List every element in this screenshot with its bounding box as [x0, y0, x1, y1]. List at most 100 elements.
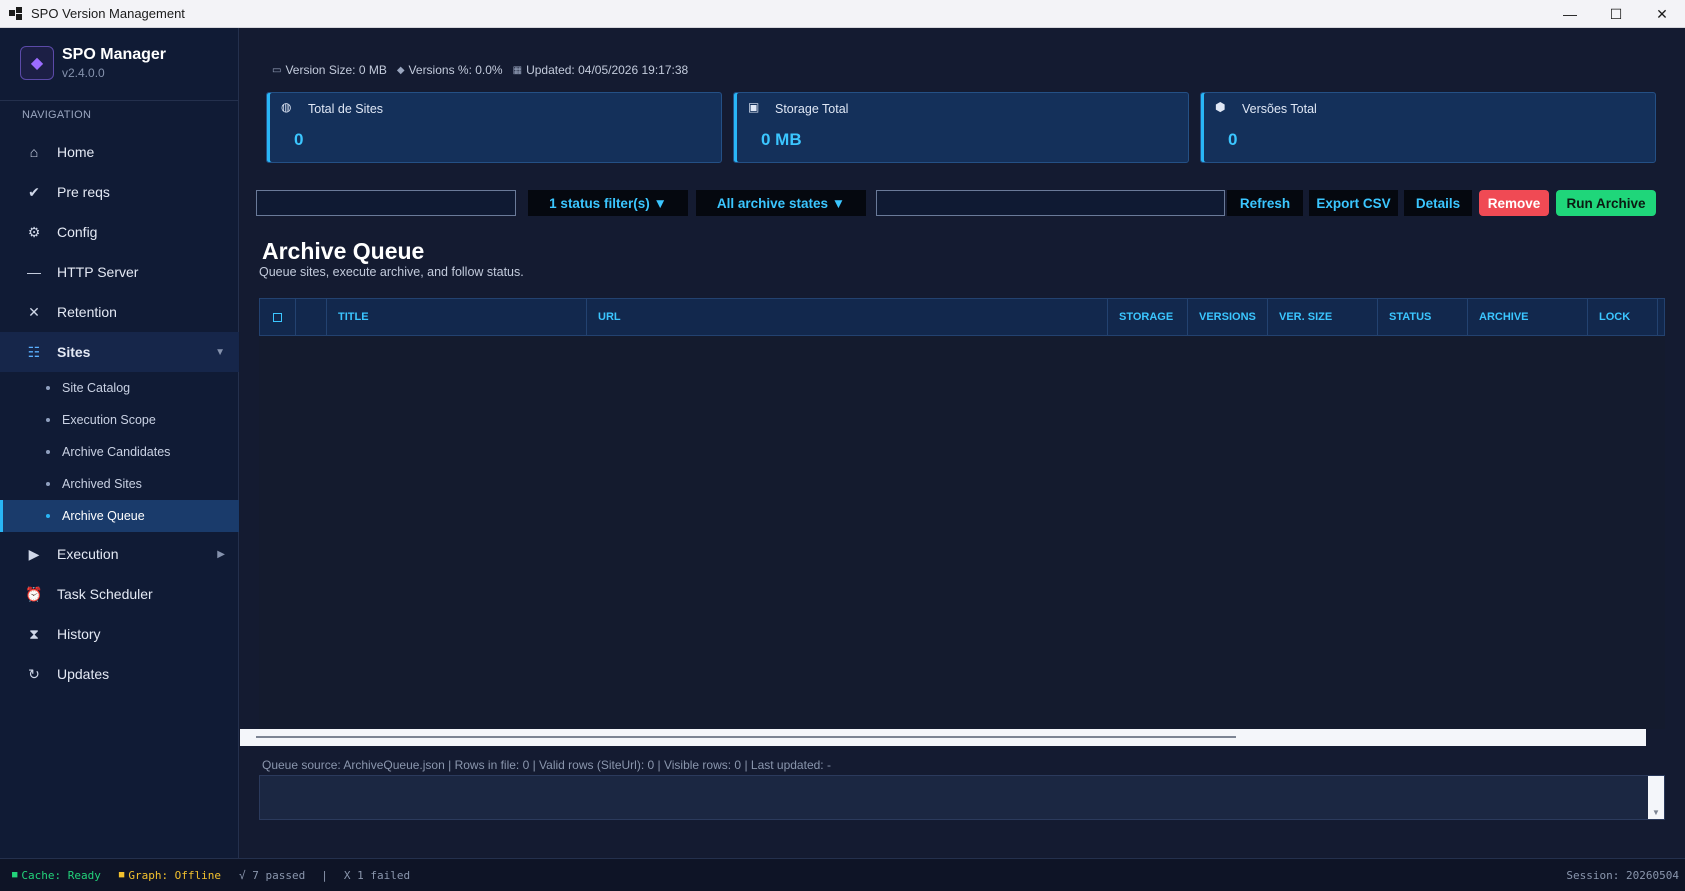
versions-percent-text: Versions %: 0.0% — [408, 63, 503, 77]
export-csv-button[interactable]: Export CSV — [1309, 190, 1398, 216]
column-header-lock[interactable]: LOCK — [1588, 299, 1658, 335]
sidebar-item-label: HTTP Server — [57, 264, 139, 280]
column-header-title[interactable]: TITLE — [327, 299, 587, 335]
card-total-sites: ◍ Total de Sites 0 — [266, 92, 722, 163]
archive-queue-table[interactable]: TITLE URL STORAGE VERSIONS VER. SIZE STA… — [259, 298, 1665, 729]
brand-version: v2.4.0.0 — [62, 66, 105, 80]
sidebar-item-label: Retention — [57, 304, 117, 320]
status-dot-icon: ■ — [118, 870, 125, 880]
app-icon — [9, 6, 23, 21]
card-label: Total de Sites — [308, 102, 384, 116]
sidebar-item-home[interactable]: ⌂ Home — [0, 132, 239, 172]
column-header-ver-size[interactable]: VER. SIZE — [1268, 299, 1378, 335]
status-filter-dropdown[interactable]: 1 status filter(s) ▼ — [528, 190, 688, 216]
column-header-status[interactable]: STATUS — [1378, 299, 1468, 335]
sidebar-item-http-server[interactable]: — HTTP Server — [0, 252, 239, 292]
status-dot-icon: ■ — [12, 870, 18, 880]
sidebar-item-label: Home — [57, 144, 95, 160]
sidebar-item-retention[interactable]: ✕ Retention — [0, 292, 239, 332]
page-title: Archive Queue — [262, 238, 425, 264]
sidebar-item-updates[interactable]: ↻ Updates — [0, 654, 239, 694]
nav-heading: NAVIGATION — [22, 109, 92, 121]
queue-source-text: Queue source: ArchiveQueue.json | Rows i… — [262, 758, 831, 772]
refresh-icon: ↻ — [28, 665, 40, 682]
failed-count: X 1 failed — [343, 868, 411, 882]
sidebar-item-sites[interactable]: ☷ Sites ▼ — [0, 332, 239, 372]
sidebar-subitem-site-catalog[interactable]: Site Catalog — [0, 372, 239, 404]
bullet-icon — [46, 386, 50, 390]
log-output[interactable]: ▼ — [259, 775, 1665, 820]
sidebar-item-label: Task Scheduler — [57, 586, 153, 602]
sidebar-subitem-execution-scope[interactable]: Execution Scope — [0, 404, 239, 436]
info-bar: ▭ Version Size: 0 MB ◆ Versions %: 0.0% ▦ U… — [272, 63, 698, 77]
minimize-button[interactable]: — — [1547, 0, 1593, 28]
sidebar-subitem-label: Site Catalog — [62, 381, 131, 395]
caret-down-icon: ▼ — [215, 346, 225, 358]
cache-status: Cache: Ready — [21, 868, 101, 882]
checkbox-icon — [273, 312, 282, 322]
column-header-url[interactable]: URL — [587, 299, 1108, 335]
folder-icon: ▭ — [272, 64, 282, 76]
calendar-icon: ▦ — [512, 64, 523, 76]
bullet-icon — [46, 482, 50, 486]
session-text: Session: 20260504 — [1566, 868, 1679, 882]
sidebar-subitem-archive-queue[interactable]: Archive Queue — [0, 500, 239, 532]
brand-name: SPO Manager — [62, 46, 167, 63]
caret-right-icon: ▶ — [217, 548, 225, 560]
sidebar-item-label: Sites — [57, 344, 91, 360]
scrollbar-thumb[interactable] — [256, 736, 1236, 738]
details-button[interactable]: Details — [1404, 190, 1472, 216]
refresh-button[interactable]: Refresh — [1227, 190, 1303, 216]
horizontal-scrollbar[interactable] — [240, 729, 1646, 746]
select-all-checkbox[interactable] — [260, 299, 296, 335]
status-separator: | — [321, 868, 328, 882]
toolbar: 1 status filter(s) ▼ All archive states … — [256, 190, 1676, 216]
maximize-button[interactable]: ☐ — [1593, 0, 1639, 28]
version-size-text: Version Size: 0 MB — [285, 63, 387, 77]
close-icon: ✕ — [28, 303, 40, 320]
remove-button[interactable]: Remove — [1479, 190, 1549, 216]
sidebar-item-label: History — [57, 626, 101, 642]
table-header: TITLE URL STORAGE VERSIONS VER. SIZE STA… — [259, 298, 1665, 336]
card-value: 0 MB — [761, 130, 802, 149]
column-header-storage[interactable]: STORAGE — [1108, 299, 1188, 335]
filter-input[interactable] — [876, 190, 1225, 216]
brand-logo-icon: ◆ — [20, 46, 54, 80]
globe-icon: ◍ — [281, 100, 292, 114]
home-icon: ⌂ — [29, 144, 39, 160]
diamond-icon: ◆ — [396, 64, 405, 76]
sidebar-item-label: Pre reqs — [57, 184, 110, 200]
search-input[interactable] — [256, 190, 516, 216]
passed-count: √ 7 passed — [239, 868, 306, 882]
run-archive-button[interactable]: Run Archive — [1556, 190, 1656, 216]
graph-status: Graph: Offline — [128, 868, 222, 882]
sidebar-subitem-archive-candidates[interactable]: Archive Candidates — [0, 436, 239, 468]
brand: ◆ SPO Manager v2.4.0.0 — [20, 46, 166, 80]
sidebar-subitem-label: Execution Scope — [62, 413, 156, 427]
vertical-scrollbar[interactable]: ▼ — [1648, 776, 1664, 819]
column-header-archive[interactable]: ARCHIVE — [1468, 299, 1588, 335]
archive-state-dropdown[interactable]: All archive states ▼ — [696, 190, 866, 216]
column-header-versions[interactable]: VERSIONS — [1188, 299, 1268, 335]
card-value: 0 — [1228, 130, 1238, 149]
sidebar-item-config[interactable]: ⚙ Config — [0, 212, 239, 252]
sidebar-subitem-label: Archive Queue — [62, 509, 145, 523]
list-icon: ☷ — [27, 343, 41, 360]
gear-icon: ⚙ — [27, 223, 41, 240]
stat-cards: ◍ Total de Sites 0 ▣ Storage Total 0 MB … — [266, 92, 1656, 163]
cube-icon: ⬢ — [1215, 100, 1226, 114]
alarm-icon: ⏰ — [25, 585, 43, 602]
close-window-button[interactable]: ✕ — [1639, 0, 1685, 28]
sidebar-item-history[interactable]: ⧗ History — [0, 614, 239, 654]
bullet-icon — [46, 418, 50, 422]
sidebar-item-pre-reqs[interactable]: ✔ Pre reqs — [0, 172, 239, 212]
main-content: ▭ Version Size: 0 MB ◆ Versions %: 0.0% ▦ U… — [240, 28, 1685, 858]
bullet-icon — [46, 450, 50, 454]
sidebar-subitem-archived-sites[interactable]: Archived Sites — [0, 468, 239, 500]
hourglass-icon: ⧗ — [29, 625, 39, 642]
sidebar: ◆ SPO Manager v2.4.0.0 NAVIGATION ⌂ Home… — [0, 28, 239, 858]
card-label: Storage Total — [775, 102, 849, 116]
sidebar-item-task-scheduler[interactable]: ⏰ Task Scheduler — [0, 574, 239, 614]
nav-menu: ⌂ Home ✔ Pre reqs ⚙ Config — HTTP Server… — [0, 132, 239, 694]
sidebar-item-execution[interactable]: ▶ Execution ▶ — [0, 534, 239, 574]
